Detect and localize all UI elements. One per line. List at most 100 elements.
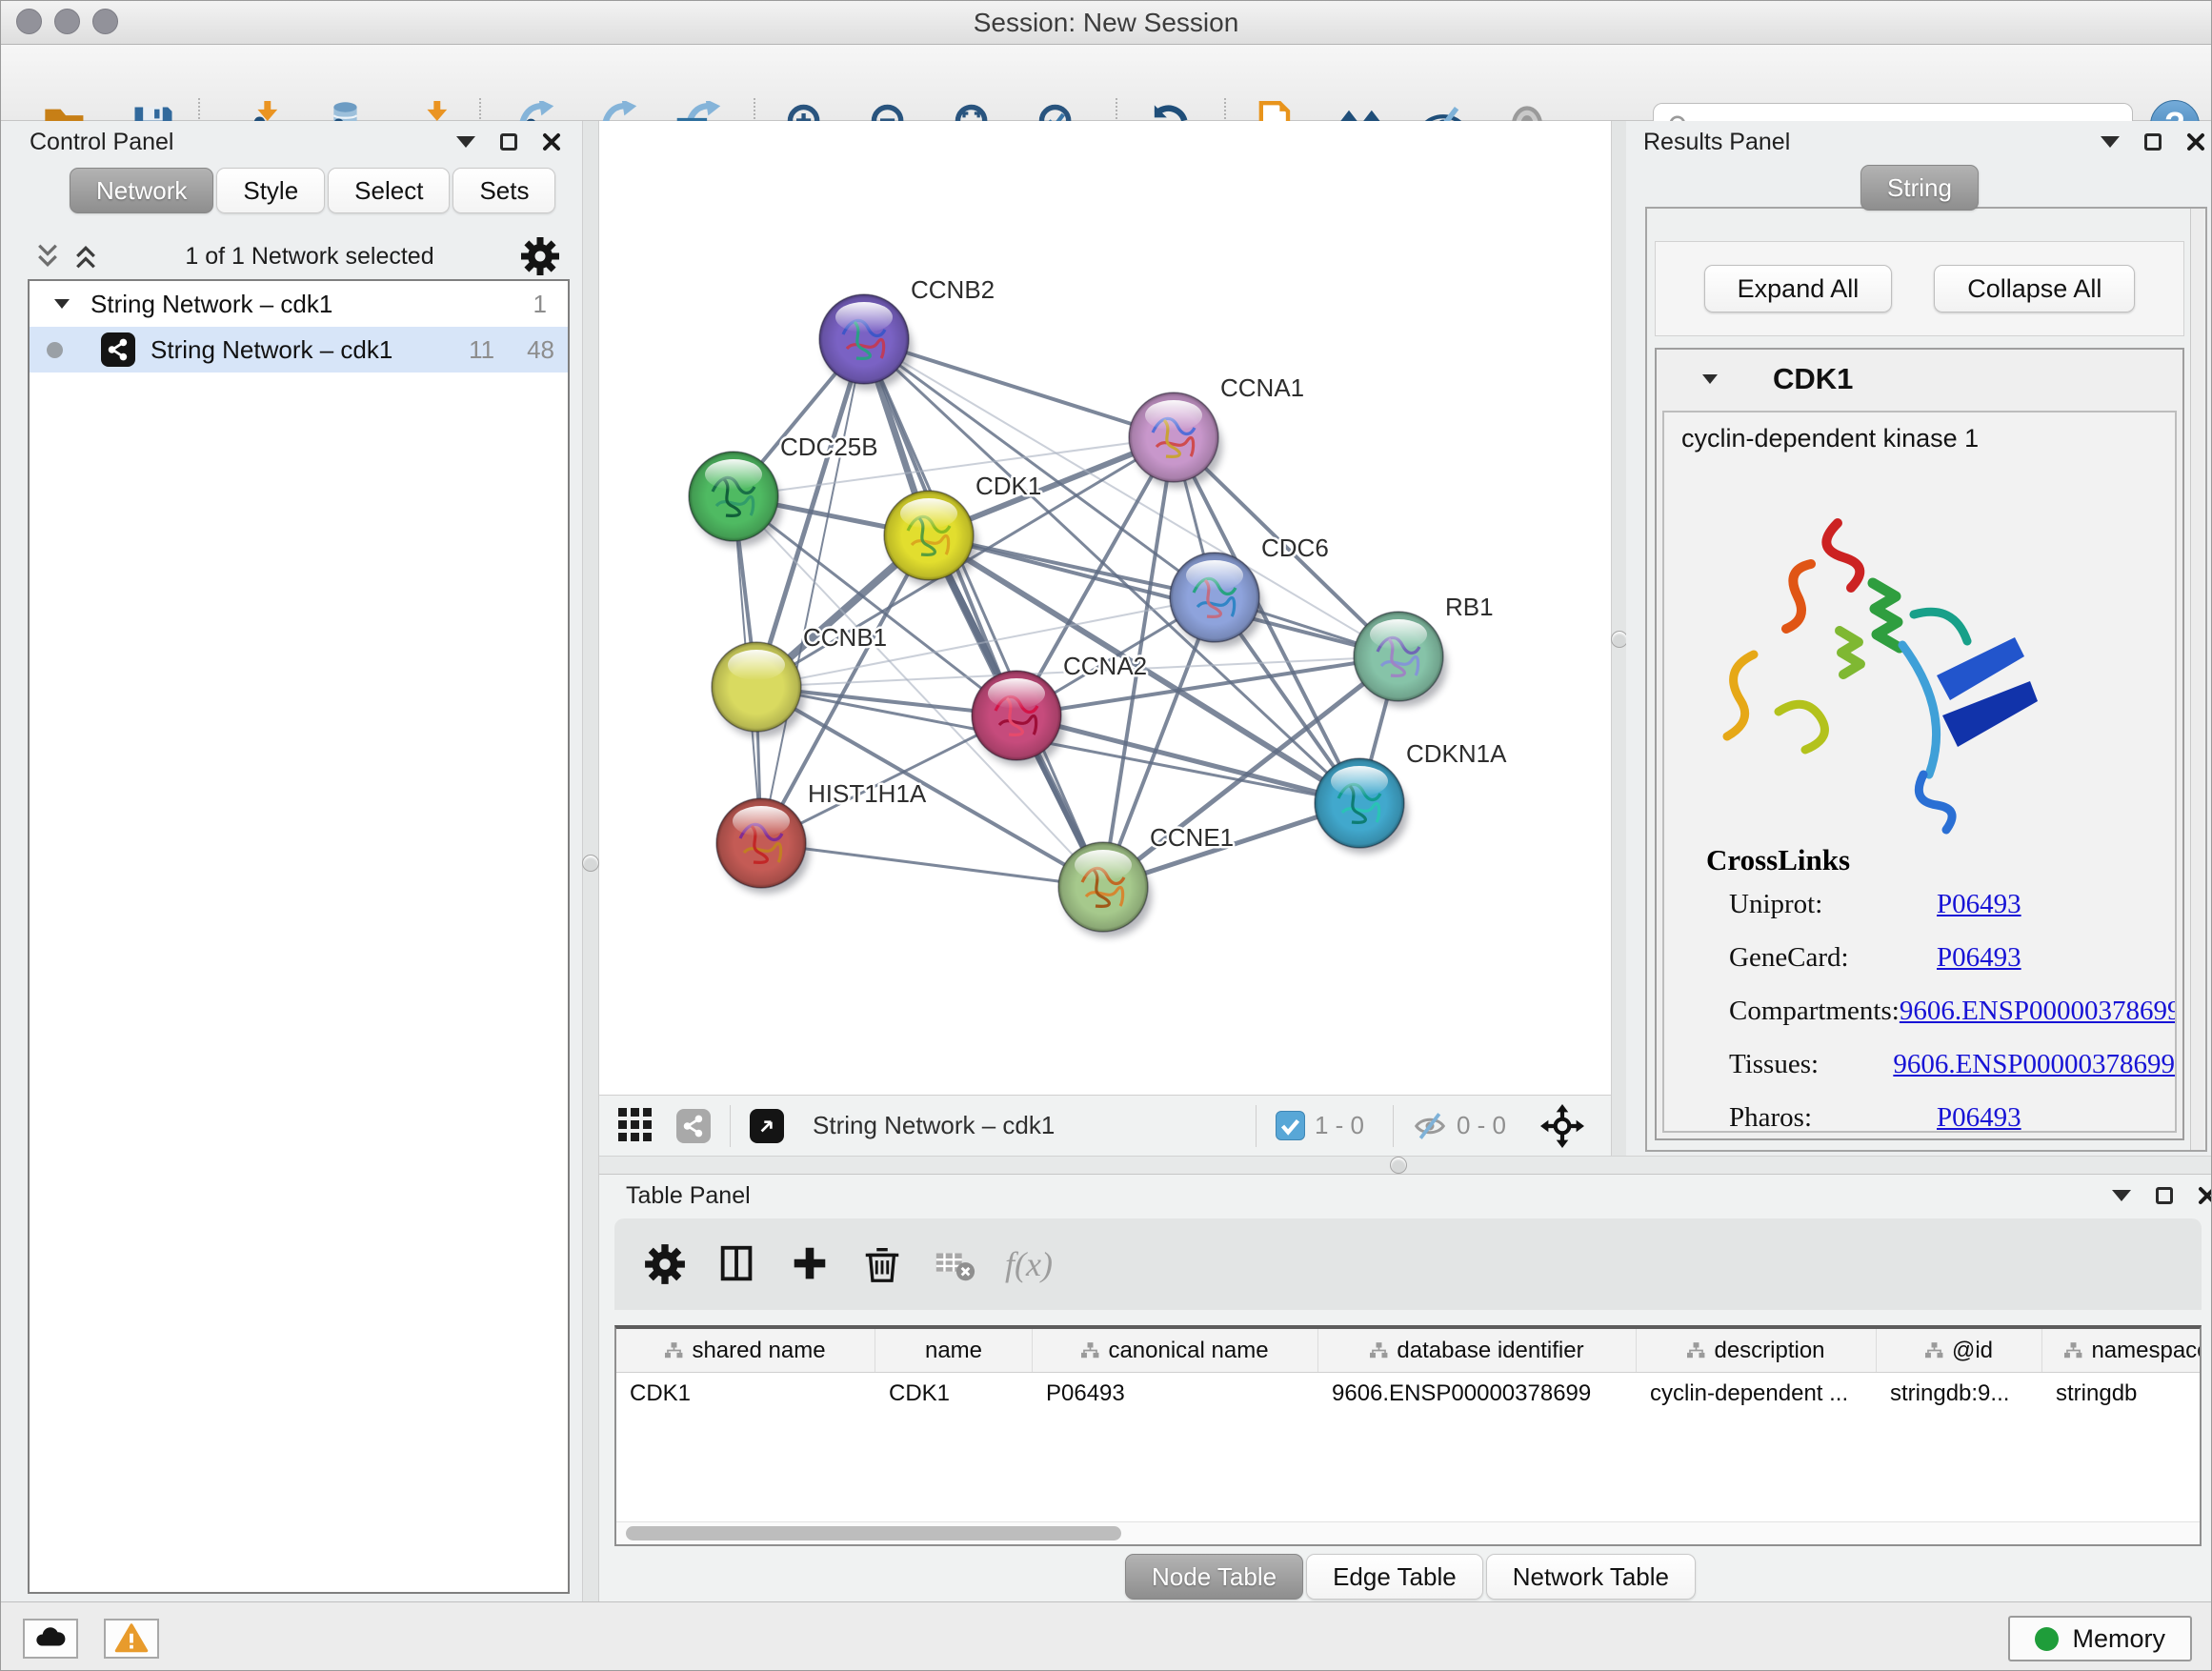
column-header--id[interactable]: @id xyxy=(1877,1329,2042,1372)
column-header-description[interactable]: description xyxy=(1637,1329,1877,1372)
cloud-button[interactable] xyxy=(23,1619,78,1659)
table-row[interactable]: CDK1CDK1P064939606.ENSP00000378699cyclin… xyxy=(616,1373,2200,1415)
crosslink-value-link[interactable]: P06493 xyxy=(1937,889,2021,920)
memory-button[interactable]: Memory xyxy=(2008,1616,2192,1661)
splitter-handle[interactable] xyxy=(1390,1157,1407,1174)
left-splitter[interactable] xyxy=(582,121,599,1601)
column-header-database-identifier[interactable]: database identifier xyxy=(1318,1329,1637,1372)
selected-nodes-edges-count: 1 - 0 xyxy=(1315,1111,1364,1140)
show-columns-icon[interactable] xyxy=(715,1242,759,1286)
apply-function-icon: f(x) xyxy=(1005,1244,1053,1284)
panel-float-icon[interactable] xyxy=(2156,1187,2173,1204)
panel-close-icon[interactable] xyxy=(542,132,561,151)
network-badge-icon[interactable] xyxy=(676,1109,711,1143)
collapse-all-icon[interactable] xyxy=(33,242,62,271)
table-settings-gear-icon[interactable] xyxy=(643,1242,687,1286)
crosslink-row: Compartments:9606.ENSP00000378699 xyxy=(1664,984,2175,1037)
grid-view-icon[interactable] xyxy=(618,1108,654,1143)
window-zoom-button[interactable] xyxy=(92,9,118,34)
crosslinks-block: CrossLinks Uniprot:P06493GeneCard:P06493… xyxy=(1664,843,2175,1133)
protein-section-header[interactable]: CDK1 xyxy=(1657,350,2182,409)
expand-all-button[interactable]: Expand All xyxy=(1704,265,1893,312)
gear-icon[interactable] xyxy=(519,235,561,277)
panel-float-icon[interactable] xyxy=(2144,133,2162,151)
crosslink-value-link[interactable]: P06493 xyxy=(1937,942,2021,974)
crosslink-value-link[interactable]: 9606.ENSP00000378699 xyxy=(1893,1049,2175,1080)
panel-menu-icon[interactable] xyxy=(2112,1190,2131,1201)
section-expander-icon[interactable] xyxy=(1702,374,1718,384)
table-cell[interactable]: stringdb:9... xyxy=(1877,1373,2042,1415)
table-cell[interactable]: CDK1 xyxy=(875,1373,1033,1415)
node-CCNE1[interactable] xyxy=(1058,842,1152,937)
expand-all-icon[interactable] xyxy=(71,242,100,271)
crosslink-value-link[interactable]: 9606.ENSP00000378699 xyxy=(1900,996,2177,1027)
selected-checkbox-icon[interactable] xyxy=(1276,1111,1305,1140)
panel-close-icon[interactable] xyxy=(2186,132,2205,151)
tab-string[interactable]: String xyxy=(1860,165,1979,211)
table-cell[interactable]: P06493 xyxy=(1033,1373,1318,1415)
table-cell[interactable]: CDK1 xyxy=(616,1373,875,1415)
results-panel-title: Results Panel xyxy=(1643,129,1790,156)
table-cell[interactable]: stringdb xyxy=(2042,1373,2202,1415)
crosslink-row: Tissues:9606.ENSP00000378699 xyxy=(1664,1037,2175,1091)
scrollbar-thumb[interactable] xyxy=(626,1526,1121,1540)
network-row-selected[interactable]: String Network – cdk1 11 48 xyxy=(30,327,568,372)
horizontal-splitter[interactable] xyxy=(599,1156,2212,1175)
edge-CCNB2-HIST1H1A[interactable] xyxy=(761,339,864,843)
birdseye-view-icon[interactable] xyxy=(750,1109,784,1143)
window-minimize-button[interactable] xyxy=(54,9,80,34)
fit-selected-crosshair-icon[interactable] xyxy=(1540,1104,1584,1148)
node-CDK1[interactable] xyxy=(884,491,977,586)
panel-menu-icon[interactable] xyxy=(456,136,475,148)
tab-select[interactable]: Select xyxy=(328,168,450,213)
crosslink-value-link[interactable]: P06493 xyxy=(1937,1102,2021,1134)
results-scrollbar[interactable] xyxy=(2190,209,2203,1150)
network-node-count: 11 xyxy=(469,335,494,365)
network-edge-count: 48 xyxy=(527,335,554,365)
separator xyxy=(1256,1105,1257,1147)
panel-close-icon[interactable] xyxy=(2198,1186,2212,1205)
node-HIST1H1A[interactable] xyxy=(716,798,810,894)
tab-network[interactable]: Network xyxy=(70,168,213,213)
status-bar: Memory xyxy=(1,1601,2212,1671)
node-label-CCNE1: CCNE1 xyxy=(1150,823,1234,852)
tab-sets[interactable]: Sets xyxy=(452,168,555,213)
column-header-namespace[interactable]: namespace xyxy=(2042,1329,2202,1372)
tab-node-table[interactable]: Node Table xyxy=(1125,1554,1303,1600)
crosslink-row: Pharos:P06493 xyxy=(1664,1091,2175,1133)
table-panel: Table Panel f(x) shared namenamecanonica… xyxy=(599,1175,2212,1601)
crosslink-label: Tissues: xyxy=(1729,1049,1893,1080)
table-horizontal-scrollbar[interactable] xyxy=(616,1521,2200,1544)
table-cell[interactable]: cyclin-dependent ... xyxy=(1637,1373,1877,1415)
node-CDC25B[interactable] xyxy=(689,452,782,547)
panel-float-icon[interactable] xyxy=(500,133,517,151)
network-collection-row[interactable]: String Network – cdk1 1 xyxy=(30,281,568,327)
hidden-eye-icon[interactable] xyxy=(1413,1109,1447,1143)
edge-HIST1H1A-CCNE1[interactable] xyxy=(761,843,1103,887)
column-header-name[interactable]: name xyxy=(875,1329,1033,1372)
node-RB1[interactable] xyxy=(1354,612,1447,707)
network-canvas[interactable]: CCNB2CCNA1CDC25BCDK1CDC6RB1CCNB1CCNA2CDK… xyxy=(599,121,1611,1095)
separator xyxy=(1393,1105,1394,1147)
panel-menu-icon[interactable] xyxy=(2101,136,2120,148)
string-results-box: Expand All Collapse All CDK1 cyclin-depe… xyxy=(1645,207,2207,1152)
window-close-button[interactable] xyxy=(16,9,42,34)
node-label-CDK1: CDK1 xyxy=(975,472,1041,500)
main-toolbar: ? xyxy=(1,45,2211,121)
delete-column-trash-icon[interactable] xyxy=(860,1242,904,1286)
column-header-canonical-name[interactable]: canonical name xyxy=(1033,1329,1318,1372)
collection-count: 1 xyxy=(533,290,547,319)
tab-style[interactable]: Style xyxy=(216,168,325,213)
node-CDKN1A[interactable] xyxy=(1315,758,1408,854)
tab-network-table[interactable]: Network Table xyxy=(1486,1554,1696,1600)
collapse-all-button[interactable]: Collapse All xyxy=(1934,265,2135,312)
warnings-button[interactable] xyxy=(104,1619,159,1659)
column-header-shared-name[interactable]: shared name xyxy=(616,1329,875,1372)
node-CCNA2[interactable] xyxy=(972,671,1065,766)
add-column-icon[interactable] xyxy=(788,1242,832,1286)
tab-edge-table[interactable]: Edge Table xyxy=(1306,1554,1483,1600)
node-CCNA1[interactable] xyxy=(1129,393,1222,488)
table-cell[interactable]: 9606.ENSP00000378699 xyxy=(1318,1373,1637,1415)
splitter-handle[interactable] xyxy=(582,855,599,872)
collection-expander-icon[interactable] xyxy=(54,299,70,309)
